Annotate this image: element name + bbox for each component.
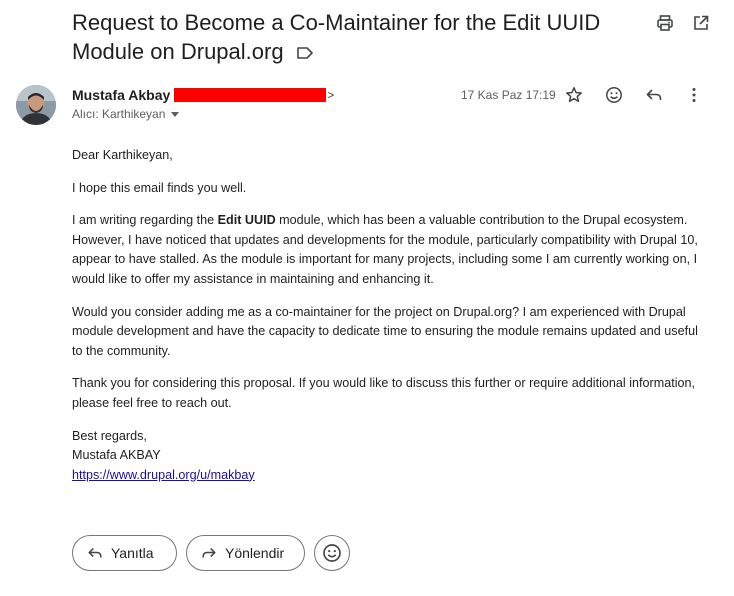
label-tag-icon[interactable] [296,46,314,60]
more-vert-icon[interactable] [683,84,705,106]
body-paragraph-4: Thank you for considering this proposal.… [72,376,696,410]
message-actions [563,84,705,106]
avatar-photo [16,85,56,125]
open-in-new-window-icon[interactable] [690,12,712,34]
signature-name: Mustafa AKBAY [72,448,161,463]
emoji-reaction-icon [323,544,341,562]
print-icon[interactable] [654,12,676,34]
email-subject: Request to Become a Co-Maintainer for th… [72,8,632,66]
thread-toolbar [654,12,712,34]
reply-icon [88,548,102,558]
email-bracket: > [327,88,335,102]
forward-icon [202,548,216,558]
sender-name[interactable]: Mustafa Akbay [72,87,170,103]
reply-actions: Yanıtla Yönlendir [72,535,350,571]
reply-button[interactable]: Yanıtla [72,535,177,571]
redacted-email [174,88,327,102]
closing: Best regards, [72,428,147,443]
forward-label: Yönlendir [225,545,285,561]
emoji-reaction-button[interactable] [314,535,350,571]
recipient-label: Alıcı: Karthikeyan [72,107,166,121]
subject-text: Request to Become a Co-Maintainer for th… [72,10,601,64]
email-body: Dear Karthikeyan, I hope this email find… [72,146,702,498]
module-name: Edit UUID [217,213,276,228]
reply-label: Yanıtla [111,545,154,561]
reply-icon[interactable] [643,84,665,106]
emoji-reaction-icon[interactable] [603,84,625,106]
body-paragraph-3: Would you consider adding me as a co-mai… [72,304,698,358]
body-paragraph-1: I hope this email finds you well. [72,180,247,195]
body-paragraph-2: I am writing regarding the Edit UUID mod… [72,211,702,289]
email-date: 17 Kas Paz 17:19 [461,88,556,102]
signature: Best regards, Mustafa AKBAY https://www.… [72,427,702,486]
p2-text-a: I am writing regarding the [72,213,218,228]
recipient-details[interactable]: Alıcı: Karthikeyan [72,107,180,121]
sender: Mustafa Akbay > [72,87,334,103]
avatar[interactable] [16,85,56,125]
star-icon[interactable] [563,84,585,106]
signature-link[interactable]: https://www.drupal.org/u/makbay [72,466,702,486]
greeting: Dear Karthikeyan, [72,148,173,162]
forward-button[interactable]: Yönlendir [186,535,305,571]
chevron-down-icon[interactable] [171,111,180,117]
